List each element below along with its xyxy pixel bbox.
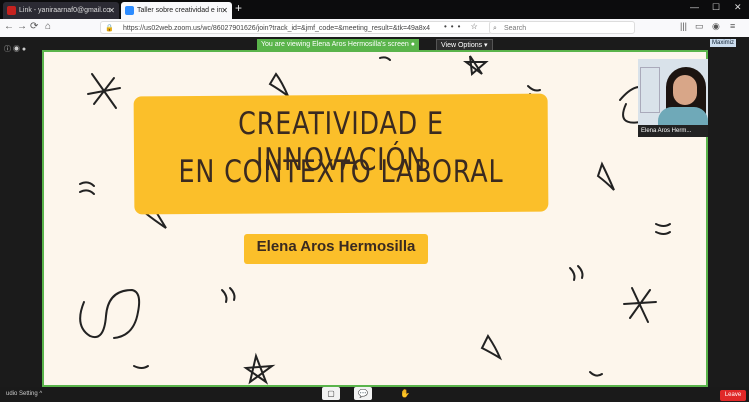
video-shelf bbox=[640, 67, 660, 113]
dash-doodle bbox=[79, 181, 95, 195]
sparkle-doodle bbox=[480, 334, 503, 361]
tab-gmail[interactable]: Link - yaniraarnaf0@gmail.co ✕ bbox=[3, 2, 119, 19]
forward-icon[interactable]: → bbox=[17, 21, 27, 32]
share-screen-icon[interactable]: ▢ bbox=[322, 387, 340, 400]
tab-label: Taller sobre creatividad e in bbox=[137, 7, 223, 14]
close-tab-icon[interactable]: ✕ bbox=[108, 2, 115, 19]
sparkle-doodle bbox=[596, 161, 615, 191]
leave-button[interactable]: Leave bbox=[720, 390, 746, 401]
dash-doodle bbox=[589, 371, 603, 377]
participant-video[interactable]: Elena Aros Herm... bbox=[638, 59, 708, 137]
meeting-info-icons[interactable]: ⓘ ◉ ● bbox=[4, 44, 26, 54]
dash-doodle bbox=[133, 365, 149, 369]
url-bar[interactable]: 🔒 https://us02web.zoom.us/wc/86027901626… bbox=[100, 21, 492, 34]
sparkle-doodle bbox=[268, 72, 291, 100]
sidebar-icon[interactable]: ▭ bbox=[695, 21, 704, 32]
tab-zoom[interactable]: Taller sobre creatividad e in ✕ bbox=[121, 2, 232, 19]
star-doodle bbox=[243, 352, 276, 385]
zoom-icon bbox=[125, 6, 134, 15]
slide-author: Elena Aros Hermosilla bbox=[256, 238, 416, 255]
search-icon: ⌕ bbox=[493, 25, 497, 32]
maximize-icon[interactable]: ☐ bbox=[712, 2, 720, 13]
audio-settings-button[interactable]: udio Setting ^ bbox=[6, 391, 42, 397]
back-icon[interactable]: ← bbox=[4, 21, 14, 32]
search-placeholder: Search bbox=[504, 25, 527, 32]
participant-face bbox=[673, 75, 697, 105]
lock-icon: 🔒 bbox=[105, 25, 114, 32]
reload-icon[interactable]: ⟳ bbox=[30, 21, 38, 32]
star-doodle bbox=[463, 55, 489, 76]
screen-share-banner: You are viewing Elena Aros Hermosilla's … bbox=[257, 39, 419, 50]
gmail-icon bbox=[7, 6, 16, 15]
close-window-icon[interactable]: ✕ bbox=[734, 2, 742, 13]
search-input[interactable]: ⌕ Search bbox=[489, 21, 635, 34]
dash-doodle bbox=[221, 287, 236, 303]
new-tab-button[interactable]: + bbox=[235, 1, 242, 15]
maximize-button[interactable]: Maximiz bbox=[710, 39, 736, 47]
star-doodle bbox=[623, 287, 657, 323]
participant-shirt bbox=[658, 107, 708, 127]
dash-doodle bbox=[379, 56, 391, 61]
home-icon[interactable]: ⌂ bbox=[45, 21, 51, 32]
account-icon[interactable]: ◉ bbox=[712, 21, 720, 32]
url-text: https://us02web.zoom.us/wc/86027901626/j… bbox=[123, 25, 431, 32]
dash-doodle bbox=[569, 265, 584, 281]
library-icon[interactable]: ||| bbox=[680, 21, 687, 31]
swirl-doodle bbox=[79, 288, 141, 339]
chat-icon[interactable]: 💬 bbox=[354, 387, 372, 400]
slide-title-line-2: EN CONTEXTO LABORAL bbox=[178, 154, 504, 190]
close-tab-icon[interactable]: ✕ bbox=[221, 2, 228, 19]
meeting-toolbar bbox=[0, 387, 749, 402]
page-actions-icon[interactable]: ••• ☆ bbox=[444, 22, 482, 31]
view-options-button[interactable]: View Options ▾ bbox=[436, 39, 493, 52]
star-doodle bbox=[87, 73, 121, 109]
tab-label: Link - yaniraarnaf0@gmail.co bbox=[19, 7, 111, 14]
dash-doodle bbox=[655, 223, 671, 235]
raise-hand-icon[interactable]: ✋ bbox=[396, 387, 414, 400]
menu-icon[interactable]: ≡ bbox=[730, 21, 735, 31]
participant-name: Elena Aros Herm... bbox=[638, 125, 708, 137]
minimize-icon[interactable]: — bbox=[690, 2, 699, 12]
